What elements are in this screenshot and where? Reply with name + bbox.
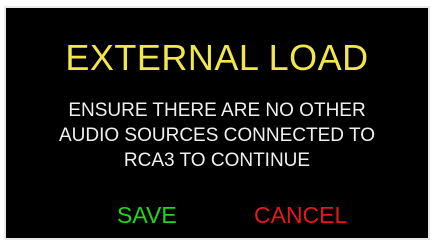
- external-load-dialog: EXTERNAL LOAD ENSURE THERE ARE NO OTHER …: [4, 6, 430, 240]
- cancel-button[interactable]: CANCEL: [254, 202, 347, 228]
- save-button[interactable]: SAVE: [117, 202, 177, 228]
- dialog-title: EXTERNAL LOAD: [65, 37, 369, 78]
- dialog-message: ENSURE THERE ARE NO OTHER AUDIO SOURCES …: [6, 98, 428, 173]
- message-line-3: RCA3 TO CONTINUE: [123, 150, 311, 171]
- message-line-2: AUDIO SOURCES CONNECTED TO: [58, 125, 375, 146]
- message-line-1: ENSURE THERE ARE NO OTHER: [68, 100, 366, 121]
